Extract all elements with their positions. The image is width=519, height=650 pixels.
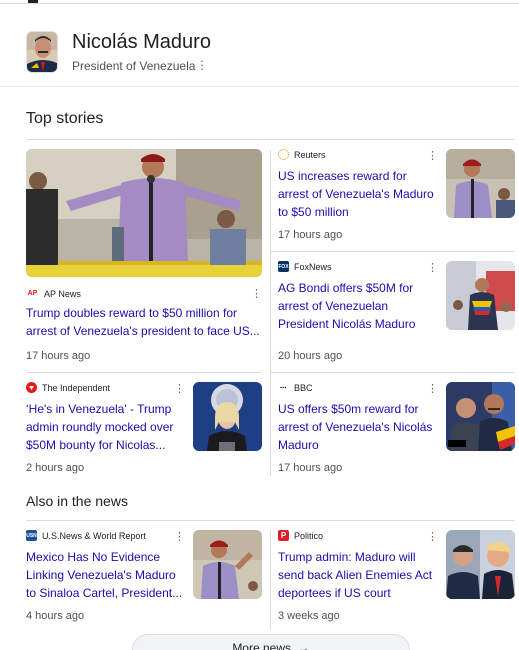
more-vert-icon[interactable]: ⋮ [174, 531, 185, 543]
story-source: P Politico [278, 530, 323, 541]
story-headline[interactable]: Mexico Has No Evidence Linking Venezuela… [26, 548, 186, 602]
section-divider [26, 520, 515, 521]
more-vert-icon[interactable]: ⋮ [251, 288, 262, 300]
politico-logo-icon: P [278, 530, 289, 541]
independent-logo-icon [26, 382, 37, 393]
story-headline[interactable]: US offers $50m reward for arrest of Vene… [278, 400, 438, 454]
top-divider [0, 3, 519, 4]
story-time: 3 weeks ago [278, 610, 340, 622]
more-vert-icon[interactable]: ⋮ [427, 150, 438, 162]
source-name: U.S.News & World Report [42, 530, 146, 541]
story-headline[interactable]: ‘He's in Venezuela' - Trump admin roundl… [26, 400, 186, 454]
more-vert-icon[interactable]: ⋮ [427, 531, 438, 543]
entity-title: Nicolás Maduro [72, 31, 211, 53]
story-thumbnail[interactable] [446, 382, 515, 451]
reuters-logo-icon [278, 149, 289, 160]
source-name: The Independent [42, 382, 111, 393]
source-name: FoxNews [294, 261, 332, 272]
column-divider [270, 530, 271, 630]
story-thumbnail[interactable] [193, 382, 262, 451]
section-title-also-in-news: Also in the news [26, 493, 128, 509]
more-vert-icon[interactable]: ⋮ [427, 262, 438, 274]
story-headline[interactable]: Trump doubles reward to $50 million for … [26, 304, 262, 340]
story-headline[interactable]: Trump admin: Maduro will send back Alien… [278, 548, 438, 602]
entity-photo[interactable] [26, 31, 58, 73]
entity-subtitle: President of Venezuela [72, 59, 196, 73]
bbc-logo-icon: ▪▪▪ [278, 382, 289, 393]
story-headline[interactable]: AG Bondi offers $50M for arrest of Venez… [278, 279, 438, 333]
story-time: 17 hours ago [26, 350, 91, 362]
story-source: ▪▪▪ BBC [278, 382, 313, 393]
usnews-logo-icon: USN [26, 530, 37, 541]
story-time: 20 hours ago [278, 350, 343, 362]
column-divider [270, 150, 271, 476]
source-name: BBC [294, 382, 313, 393]
source-name: AP News [44, 288, 81, 299]
entity-divider [0, 86, 519, 87]
story-thumbnail[interactable] [446, 261, 515, 330]
row-divider [271, 251, 515, 252]
entity-header: Nicolás Maduro President of Venezuela ⋮ [26, 31, 506, 75]
story-source: AP AP News [26, 288, 81, 299]
story-thumbnail[interactable] [193, 530, 262, 599]
more-vert-icon[interactable]: ⋮ [427, 383, 438, 395]
more-news-label: More news [232, 641, 291, 650]
story-thumbnail[interactable] [446, 530, 515, 599]
more-vert-icon[interactable]: ⋮ [174, 383, 185, 395]
story-thumbnail[interactable] [446, 149, 515, 218]
story-headline[interactable]: US increases reward for arrest of Venezu… [278, 167, 438, 221]
story-time: 17 hours ago [278, 462, 343, 474]
arrow-right-icon: → [294, 641, 310, 650]
source-name: Politico [294, 530, 324, 541]
foxnews-logo-icon: FOX [278, 261, 289, 272]
story-source: The Independent [26, 382, 110, 393]
row-divider [26, 372, 262, 373]
more-vert-icon[interactable]: ⋮ [196, 58, 208, 72]
story-image[interactable] [26, 149, 262, 277]
row-divider [271, 372, 515, 373]
story-time: 4 hours ago [26, 610, 85, 622]
source-name: Reuters [294, 149, 326, 160]
story-source: USN U.S.News & World Report [26, 530, 146, 541]
story-source: Reuters [278, 149, 326, 160]
more-news-button[interactable]: More news → [132, 634, 410, 650]
story-source: FOX FoxNews [278, 261, 332, 272]
story-time: 17 hours ago [278, 229, 343, 241]
story-time: 2 hours ago [26, 462, 85, 474]
section-title-top-stories: Top stories [26, 110, 104, 127]
section-divider [26, 139, 515, 140]
ap-logo-icon: AP [26, 288, 39, 299]
